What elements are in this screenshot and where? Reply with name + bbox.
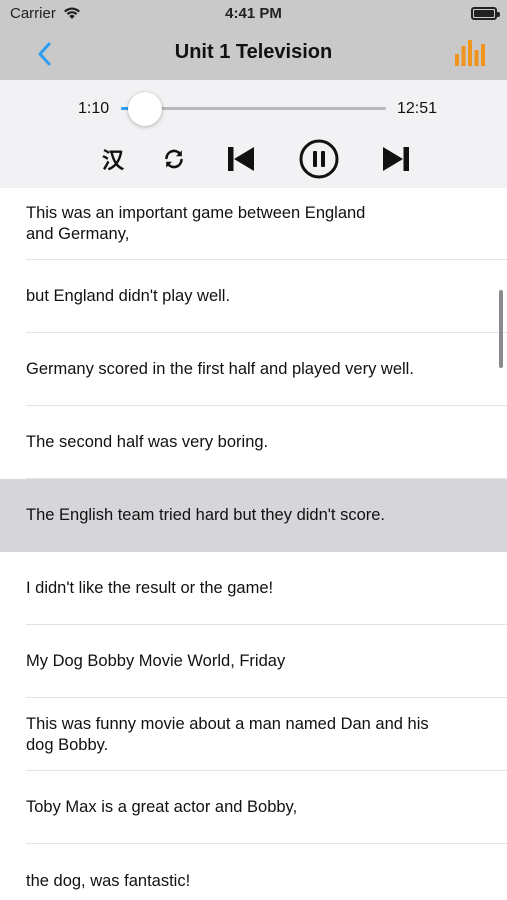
transcript-line-text: the dog, was fantastic! bbox=[26, 871, 191, 890]
translation-toggle-button[interactable]: 汉 bbox=[98, 140, 128, 178]
transcript-row[interactable]: I didn't like the result or the game! bbox=[0, 552, 507, 625]
repeat-icon bbox=[165, 149, 183, 169]
pause-icon bbox=[299, 139, 339, 179]
skip-next-button[interactable] bbox=[380, 140, 412, 178]
transcript-row[interactable]: This was an important game between Engla… bbox=[0, 188, 507, 260]
transcript-list: This was an important game between Engla… bbox=[0, 188, 507, 900]
transcript-line-text: I didn't like the result or the game! bbox=[26, 579, 274, 597]
transcript-row[interactable]: This was funny movie about a man named D… bbox=[0, 698, 507, 771]
repeat-button[interactable] bbox=[160, 140, 188, 178]
transcript-row[interactable]: but England didn't play well. bbox=[0, 260, 507, 333]
transcript-row[interactable]: The second half was very boring. bbox=[0, 406, 507, 479]
battery-icon bbox=[471, 7, 500, 20]
scrollbar[interactable] bbox=[499, 290, 503, 368]
status-time: 4:41 PM bbox=[225, 5, 282, 22]
transcript-line-text: My Dog Bobby Movie World, Friday bbox=[26, 652, 286, 670]
top-bar: Carrier 4:41 PM Unit 1 Television bbox=[0, 0, 507, 80]
transcript-line-text: This was funny movie about a man named D… bbox=[26, 714, 429, 754]
progress-slider-thumb[interactable] bbox=[128, 92, 163, 126]
status-bar: Carrier 4:41 PM bbox=[0, 0, 507, 28]
transcript-line-text: but England didn't play well. bbox=[26, 287, 231, 305]
transcript-row[interactable]: Toby Max is a great actor and Bobby, bbox=[0, 771, 507, 844]
transcript-line-text: The English team tried hard but they did… bbox=[26, 506, 386, 524]
screen: Carrier 4:41 PM Unit 1 Television 1:10 1… bbox=[0, 0, 507, 900]
transcript-row[interactable]: Germany scored in the first half and pla… bbox=[0, 333, 507, 406]
transcript-row[interactable]: the dog, was fantastic! bbox=[0, 844, 507, 900]
current-time: 1:10 bbox=[78, 100, 110, 117]
transcript-line-text: Germany scored in the first half and pla… bbox=[26, 360, 414, 378]
equalizer-icon[interactable] bbox=[455, 38, 485, 68]
transcript-line-text: The second half was very boring. bbox=[26, 433, 269, 451]
total-time: 12:51 bbox=[397, 100, 438, 117]
transcript-row[interactable]: My Dog Bobby Movie World, Friday bbox=[0, 625, 507, 698]
navigation-bar: Unit 1 Television bbox=[0, 28, 507, 80]
audio-player: 1:10 12:51 汉 bbox=[0, 80, 507, 188]
transcript-line-text: Toby Max is a great actor and Bobby, bbox=[26, 798, 298, 816]
skip-previous-button[interactable] bbox=[225, 140, 257, 178]
transcript-line-text: This was an important game between Engla… bbox=[26, 204, 366, 243]
transcript-row[interactable]: The English team tried hard but they did… bbox=[0, 479, 507, 552]
page-title: Unit 1 Television bbox=[174, 41, 333, 63]
skip-next-icon bbox=[383, 147, 409, 171]
pause-button[interactable] bbox=[298, 139, 340, 179]
skip-previous-icon bbox=[228, 147, 254, 171]
